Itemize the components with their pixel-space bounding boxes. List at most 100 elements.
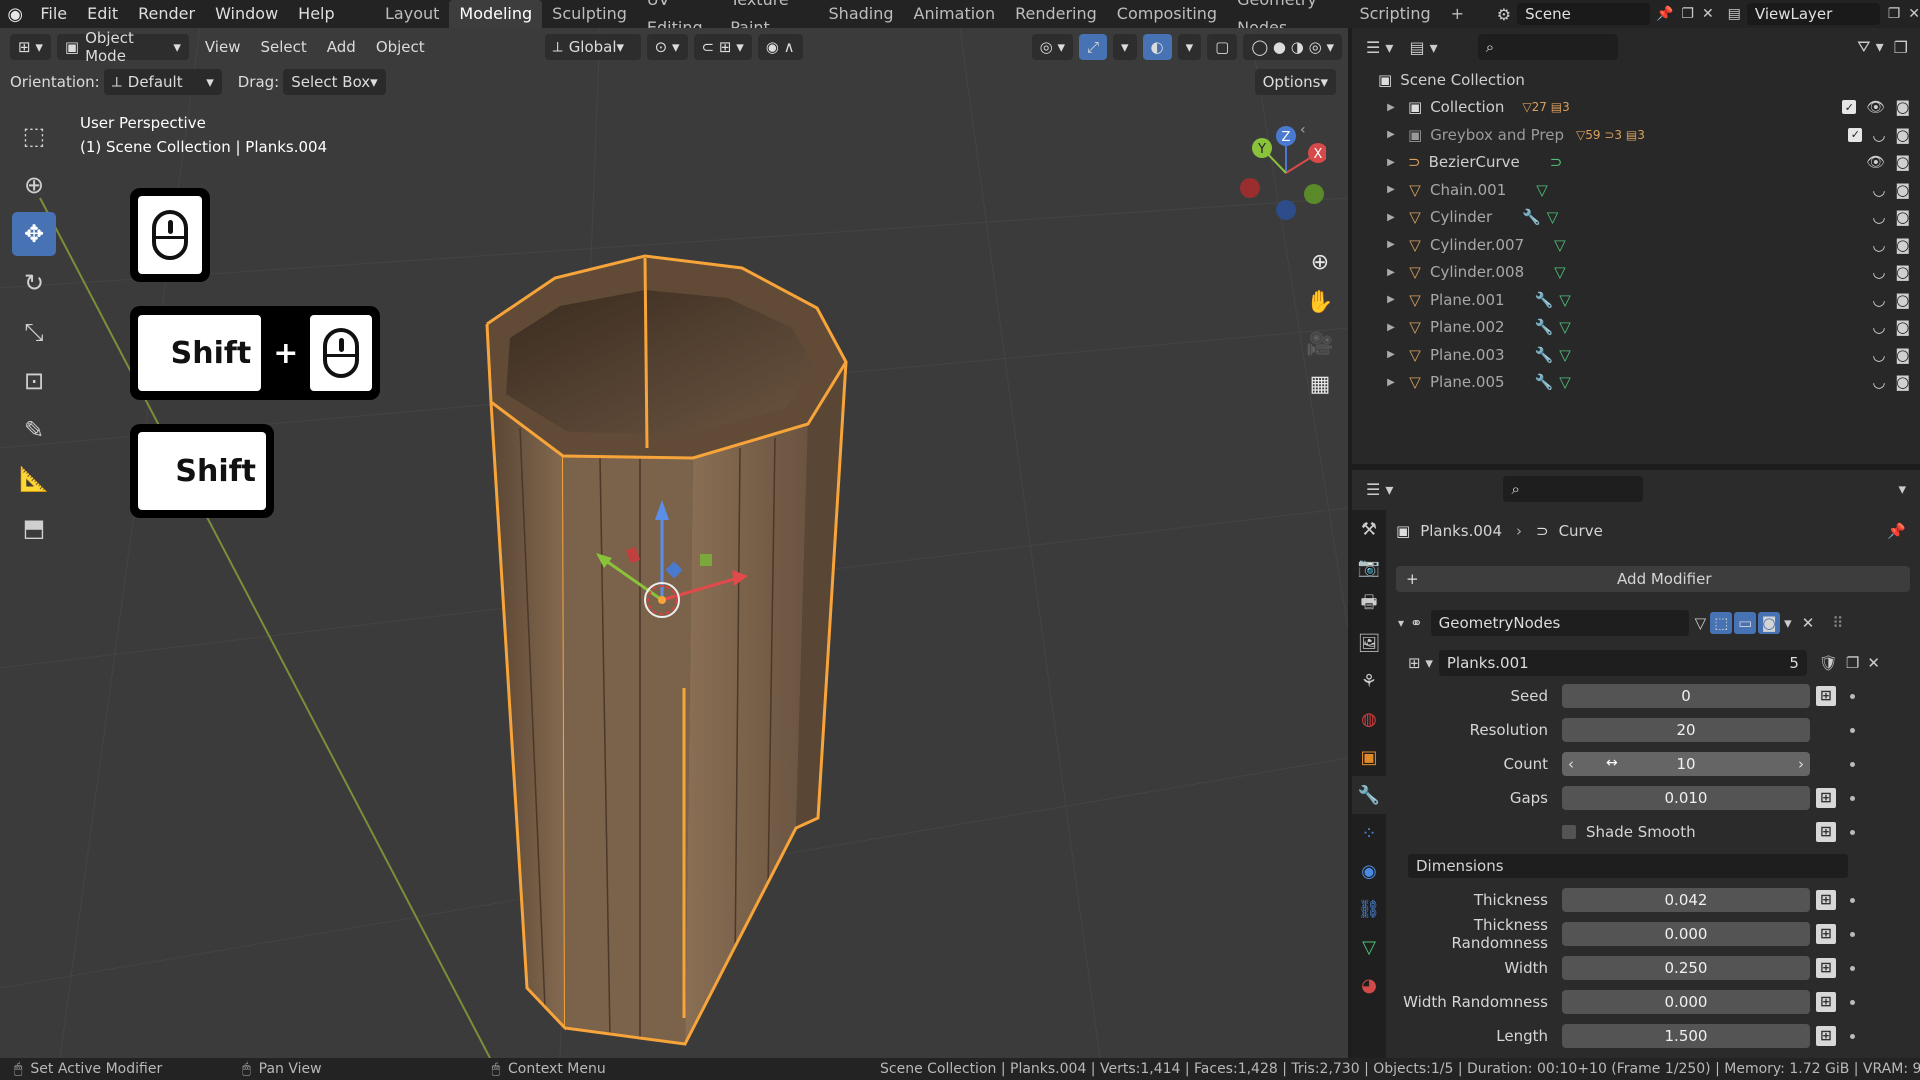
keyframe-dot-icon[interactable] bbox=[1850, 761, 1855, 767]
unlink-icon[interactable]: ✕ bbox=[1867, 654, 1880, 672]
properties-editor-icon[interactable]: ☰ ▾ bbox=[1366, 480, 1393, 499]
expand-arrow-icon[interactable]: ▶ bbox=[1382, 322, 1400, 333]
keyframe-dot-icon[interactable] bbox=[1850, 931, 1855, 937]
rotate-tool-icon[interactable]: ↻ bbox=[12, 261, 56, 305]
tool-tab-icon[interactable]: ⚒ bbox=[1352, 510, 1386, 548]
expand-arrow-icon[interactable]: ▶ bbox=[1382, 184, 1400, 195]
keyframe-dot-icon[interactable] bbox=[1850, 897, 1855, 903]
outliner-row-greybox[interactable]: ▶ ▣ Greybox and Prep ▽59 ⊃3 ▤3 ✓ ◡ ◙ bbox=[1352, 121, 1920, 149]
resolution-input[interactable]: 20 bbox=[1562, 718, 1810, 742]
width-input[interactable]: 0.250 bbox=[1562, 956, 1810, 980]
render-camera-icon[interactable]: ◙ bbox=[1895, 318, 1910, 336]
render-camera-icon[interactable]: ◙ bbox=[1895, 98, 1910, 116]
menu-add[interactable]: Add bbox=[317, 38, 366, 56]
outliner-row-chain[interactable]: ▶ ▽ Chain.001 ▽ ◡ ◙ bbox=[1352, 176, 1920, 204]
outliner-search-input[interactable]: ⌕ bbox=[1477, 34, 1618, 60]
menu-edit[interactable]: Edit bbox=[77, 0, 128, 28]
length-input[interactable]: 1.500 bbox=[1562, 1024, 1810, 1048]
add-cube-tool-icon[interactable]: ⬒ bbox=[12, 506, 56, 550]
attribute-toggle-icon[interactable]: ⊞ bbox=[1816, 992, 1836, 1012]
expand-arrow-icon[interactable]: ▶ bbox=[1382, 157, 1400, 168]
perspective-grid-icon[interactable]: ▦ bbox=[1302, 366, 1338, 402]
attribute-toggle-icon[interactable]: ⊞ bbox=[1816, 958, 1836, 978]
outliner-scene-collection[interactable]: ▣ Scene Collection bbox=[1352, 66, 1920, 94]
new-scene-icon[interactable]: ❐ bbox=[1681, 6, 1694, 22]
scene-selector[interactable]: Scene bbox=[1517, 3, 1650, 25]
output-tab-icon[interactable]: 🖶 bbox=[1352, 586, 1386, 624]
editor-type-button[interactable]: ⊞ ▾ bbox=[10, 34, 51, 60]
pan-hand-icon[interactable]: ✋ bbox=[1302, 284, 1338, 320]
eye-closed-icon[interactable]: ◡ bbox=[1872, 208, 1885, 226]
exclude-checkbox[interactable]: ✓ bbox=[1842, 100, 1857, 115]
attribute-toggle-icon[interactable]: ⊞ bbox=[1816, 822, 1836, 842]
tab-layout[interactable]: Layout bbox=[375, 0, 449, 28]
increment-arrow-icon[interactable]: › bbox=[1798, 755, 1804, 773]
expand-arrow-icon[interactable]: ▶ bbox=[1382, 377, 1400, 388]
eye-closed-icon[interactable]: ◡ bbox=[1872, 236, 1885, 254]
new-collection-icon[interactable]: ❐ bbox=[1894, 38, 1908, 57]
constraints-tab-icon[interactable]: ⛓ bbox=[1352, 890, 1386, 928]
options-dropdown[interactable]: Options ▾ bbox=[1254, 69, 1336, 95]
eye-closed-icon[interactable]: ◡ bbox=[1872, 263, 1885, 281]
menu-select[interactable]: Select bbox=[250, 38, 316, 56]
eye-closed-icon[interactable]: ◡ bbox=[1872, 181, 1885, 199]
transform-orientation-dropdown[interactable]: ⟂ Global ▾ bbox=[544, 34, 641, 60]
tab-animation[interactable]: Animation bbox=[904, 0, 1006, 28]
drag-dropdown[interactable]: Select Box ▾ bbox=[283, 69, 386, 95]
keyframe-dot-icon[interactable] bbox=[1850, 999, 1855, 1005]
camera-icon[interactable]: 🎥 bbox=[1302, 326, 1338, 362]
attribute-toggle-icon[interactable]: ⊞ bbox=[1816, 924, 1836, 944]
menu-window[interactable]: Window bbox=[205, 0, 288, 28]
thickness-input[interactable]: 0.042 bbox=[1562, 888, 1810, 912]
tab-scripting[interactable]: Scripting bbox=[1349, 0, 1440, 28]
modifier-name-input[interactable]: GeometryNodes bbox=[1430, 610, 1689, 636]
close-icon[interactable]: ✕ bbox=[1702, 6, 1714, 22]
add-workspace-icon[interactable]: + bbox=[1441, 0, 1474, 28]
outliner-row-plane-001[interactable]: ▶ ▽ Plane.001 🔧 ▽ ◡ ◙ bbox=[1352, 286, 1920, 314]
gizmo-dropdown-icon[interactable]: ▾ bbox=[1113, 34, 1137, 60]
world-tab-icon[interactable]: ◍ bbox=[1352, 700, 1386, 738]
tab-sculpting[interactable]: Sculpting bbox=[542, 0, 637, 28]
keyframe-dot-icon[interactable] bbox=[1850, 1033, 1855, 1039]
edit-mode-toggle-icon[interactable]: ▽ bbox=[1695, 614, 1707, 632]
view-layer-selector[interactable]: ViewLayer bbox=[1746, 3, 1880, 25]
scene-tab-icon[interactable]: ⚘ bbox=[1352, 662, 1386, 700]
dimensions-section-header[interactable]: Dimensions bbox=[1408, 854, 1848, 878]
render-camera-icon[interactable]: ◙ bbox=[1895, 346, 1910, 364]
display-mode-icon[interactable]: ▤ ▾ bbox=[1409, 38, 1437, 57]
eye-closed-icon[interactable]: ◡ bbox=[1872, 126, 1885, 144]
outliner-row-beziercurve[interactable]: ▶ ⊃ BezierCurve ⊃ 👁 ◙ bbox=[1352, 149, 1920, 177]
blender-logo-icon[interactable]: ◉ bbox=[0, 4, 30, 25]
decrement-arrow-icon[interactable]: ‹ bbox=[1568, 755, 1574, 773]
outliner-row-plane-003[interactable]: ▶ ▽ Plane.003 🔧 ▽ ◡ ◙ bbox=[1352, 341, 1920, 369]
outliner-row-cylinder[interactable]: ▶ ▽ Cylinder 🔧 ▽ ◡ ◙ bbox=[1352, 204, 1920, 232]
menu-view[interactable]: View bbox=[195, 38, 251, 56]
select-box-tool-icon[interactable]: ⬚ bbox=[12, 114, 56, 158]
attribute-toggle-icon[interactable]: ⊞ bbox=[1816, 1026, 1836, 1046]
tab-compositing[interactable]: Compositing bbox=[1107, 0, 1227, 28]
tab-modeling[interactable]: Modeling bbox=[449, 0, 543, 28]
shading-modes-icon[interactable]: ◯ ● ◑ ◎ ▾ bbox=[1243, 34, 1342, 60]
overlay-toggle-icon[interactable]: ◐ bbox=[1142, 34, 1172, 60]
overlay-dropdown-icon[interactable]: ▾ bbox=[1177, 34, 1202, 60]
render-camera-icon[interactable]: ◙ bbox=[1895, 153, 1910, 171]
render-camera-icon[interactable]: ◙ bbox=[1895, 291, 1910, 309]
menu-file[interactable]: File bbox=[30, 0, 77, 28]
outliner-row-cylinder-008[interactable]: ▶ ▽ Cylinder.008 ▽ ◡ ◙ bbox=[1352, 259, 1920, 287]
scene-icon[interactable]: ⚙ bbox=[1497, 5, 1511, 24]
data-tab-icon[interactable]: ▽ bbox=[1352, 928, 1386, 966]
attribute-toggle-icon[interactable]: ⊞ bbox=[1816, 890, 1836, 910]
eye-closed-icon[interactable]: ◡ bbox=[1872, 291, 1885, 309]
menu-object[interactable]: Object bbox=[366, 38, 435, 56]
eye-icon[interactable]: 👁 bbox=[1866, 153, 1885, 171]
expand-arrow-icon[interactable]: ▶ bbox=[1382, 239, 1400, 250]
viewport-scene[interactable] bbox=[0, 28, 1348, 1058]
3d-viewport[interactable]: ⊞ ▾ ▣ Object Mode ▾ View Select Add Objec… bbox=[0, 28, 1348, 1058]
close-view-layer-icon[interactable]: ✕ bbox=[1908, 6, 1920, 22]
scale-tool-icon[interactable]: ⤡ bbox=[12, 310, 56, 354]
filter-icon[interactable]: ⛛ ▾ bbox=[1857, 37, 1884, 57]
outliner-editor-icon[interactable]: ☰ ▾ bbox=[1366, 38, 1393, 57]
node-users-count[interactable]: 5 bbox=[1748, 650, 1807, 676]
pivot-icon[interactable]: ⊙ ▾ bbox=[646, 34, 688, 60]
exclude-checkbox[interactable]: ✓ bbox=[1848, 127, 1863, 142]
